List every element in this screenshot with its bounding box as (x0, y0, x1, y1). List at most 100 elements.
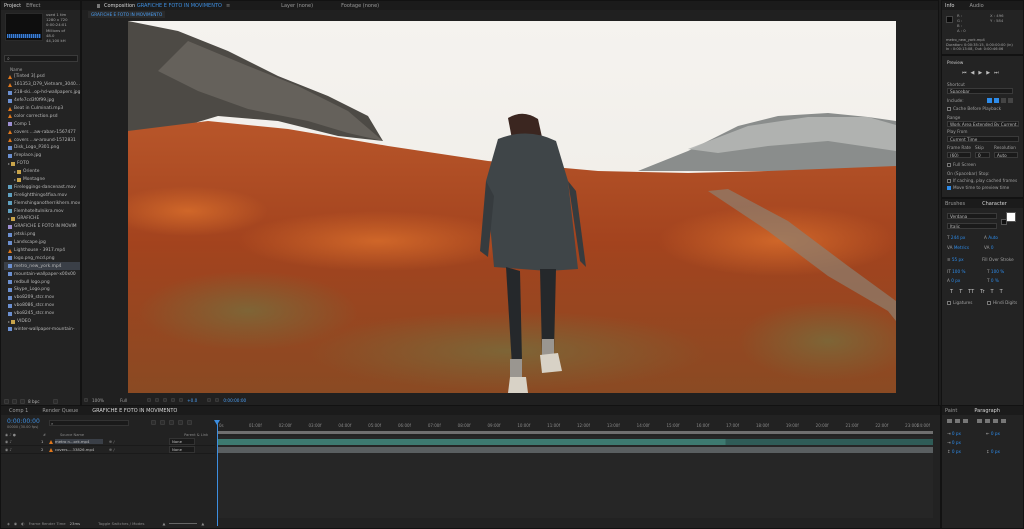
footer-icon-2[interactable]: ◉ (14, 521, 17, 526)
framerate-select[interactable]: (60) (947, 152, 971, 158)
region-icon[interactable] (147, 398, 152, 402)
font-size-field[interactable]: T 244 px (947, 235, 965, 240)
shy-layers-icon[interactable] (160, 420, 165, 425)
faux-bold-button[interactable]: T (950, 289, 953, 295)
zoom-slider[interactable] (169, 523, 198, 524)
layer-row[interactable]: ◉ ♪ 1 metro n...ork.mp4 ⊕ / None (1, 438, 215, 446)
project-item[interactable]: [Tinted 3].psd (4, 73, 80, 81)
move-time-checkbox[interactable] (947, 186, 951, 190)
tab-grafiche-timeline[interactable]: GRAFICHE E FOTO IN MOVIMENTO (92, 408, 177, 414)
justify-left-icon[interactable] (977, 419, 982, 423)
col-parent[interactable]: Parent & Link (184, 433, 208, 437)
tracking-field[interactable]: VA 0 (984, 245, 993, 250)
range-select[interactable]: Work Area Extended By Current... (947, 121, 1019, 127)
project-item[interactable]: vbo8086_stcr.mov (4, 302, 80, 310)
tab-effects[interactable]: Effect (26, 3, 40, 9)
visibility-icon[interactable]: ◉ ♪ (5, 439, 41, 444)
parent-select[interactable]: None (169, 438, 195, 445)
color-channel-icon[interactable] (179, 398, 184, 402)
align-left-icon[interactable] (947, 419, 952, 423)
col-number[interactable]: # (43, 433, 46, 437)
visibility-icon[interactable]: ◉ ♪ (5, 447, 41, 452)
project-item[interactable]: mountain-wallpaper-x00x00 (4, 270, 80, 278)
tab-composition[interactable]: Composition GRAFICHE E FOTO IN MOVIMENTO (104, 3, 222, 9)
ligatures-checkbox[interactable] (947, 301, 951, 305)
tab-info[interactable]: Info (945, 3, 954, 9)
project-item[interactable]: Lighthouse - 3917.mp4 (4, 247, 80, 255)
project-item[interactable]: Landscape.jpg (4, 239, 80, 247)
tab-project[interactable]: Project (4, 3, 21, 9)
tab-footage[interactable]: Footage (none) (341, 3, 379, 9)
project-item[interactable]: covers ...aw-raban-1567477 (4, 128, 80, 136)
baseline-field[interactable]: A 0 px (947, 278, 960, 283)
project-item[interactable]: redbull logo.png (4, 278, 80, 286)
layer-switches[interactable]: ⊕ / (109, 439, 169, 444)
column-name-header[interactable]: Name (10, 67, 22, 72)
justify-right-icon[interactable] (993, 419, 998, 423)
playhead[interactable] (217, 420, 218, 526)
project-item[interactable]: ▸ FOTO (4, 160, 80, 168)
layer-bar-1[interactable] (217, 439, 933, 445)
render-time-icon[interactable]: ◈ (7, 521, 10, 526)
playfrom-select[interactable]: Current Time (947, 136, 1019, 142)
project-search-input[interactable]: ⌕ (4, 55, 78, 62)
project-item[interactable]: 161353_D79_Vietnam_3040... (4, 81, 80, 89)
tsume-field[interactable]: T 0 % (987, 278, 999, 283)
tab-character[interactable]: Character (982, 201, 1007, 207)
project-item[interactable]: Comp 1 (4, 120, 80, 128)
project-item[interactable]: jetski.png (4, 231, 80, 239)
project-item[interactable]: Skype_Logo.png (4, 286, 80, 294)
stroke-width-field[interactable]: ≡ 55 px (947, 257, 964, 262)
cache-before-playback[interactable]: Cache Before Playback (947, 106, 1001, 111)
new-folder-icon[interactable] (12, 398, 17, 404)
space-before-field[interactable]: ↥ 0 px (947, 449, 961, 454)
project-item[interactable]: fireplace.jpg (4, 152, 80, 160)
project-item[interactable]: color correction.psd (4, 112, 80, 120)
fill-color-swatch[interactable] (1006, 212, 1016, 222)
all-caps-button[interactable]: TT (968, 289, 974, 295)
next-frame-icon[interactable]: ▶ (986, 70, 990, 76)
project-item[interactable]: ▸ GRAFICHE (4, 215, 80, 223)
project-item[interactable]: logo.png_mcd.png (4, 254, 80, 262)
project-item[interactable]: Firelightthings4fixa.mov (4, 191, 80, 199)
tab-paragraph[interactable]: Paragraph (974, 408, 1000, 414)
show-snapshot-icon[interactable] (215, 398, 220, 402)
current-time[interactable]: 0:00:00:00 (7, 418, 40, 425)
expand-arrow-icon[interactable]: ▸ (14, 169, 16, 174)
expand-arrow-icon[interactable]: ▸ (8, 216, 10, 221)
project-item[interactable]: winter-wallpaper-mountain- (4, 326, 80, 334)
resolution-select[interactable]: Full (120, 398, 127, 403)
audio-toggle-icon[interactable] (994, 98, 999, 103)
expand-arrow-icon[interactable]: ▸ (8, 161, 10, 166)
align-center-icon[interactable] (955, 419, 960, 423)
project-item[interactable]: GRAFICHE E FOTO IN MOVIM (4, 223, 80, 231)
faux-italic-button[interactable]: T (959, 289, 962, 295)
stroke-color-swatch[interactable] (1001, 219, 1007, 225)
project-item[interactable]: vbo8245_stcr.mov (4, 310, 80, 318)
cache-frames-option[interactable]: If caching, play cached frames (947, 178, 1017, 183)
project-item[interactable]: Flemshinganotherrikhern.mov (4, 199, 80, 207)
snapshot-icon[interactable] (207, 398, 212, 402)
draft-3d-icon[interactable] (151, 420, 156, 425)
project-item[interactable]: ▸ VIDEO (4, 318, 80, 326)
indent-right-field[interactable]: ⇤ 0 px (986, 431, 1000, 436)
zoom-out-icon[interactable]: ▲ (162, 521, 165, 526)
project-item[interactable]: 4efe7cd3f0f99.jpg (4, 97, 80, 105)
indent-left-field[interactable]: ⇥ 0 px (947, 431, 961, 436)
motion-blur-icon[interactable] (178, 420, 183, 425)
layer-bar-2[interactable] (217, 447, 933, 453)
layer-source-name[interactable]: covers-...33826.mp4 (55, 447, 103, 452)
shortcut-select[interactable]: Spacebar (947, 88, 1013, 94)
search-layers-input[interactable]: ⌕ (49, 420, 129, 426)
stroke-type-select[interactable]: Fill Over Stroke (982, 257, 1014, 262)
resolution-select[interactable]: Auto (994, 152, 1018, 158)
zoom-select[interactable]: 100% (92, 398, 104, 403)
font-family-select[interactable]: Verdana (947, 213, 997, 219)
grid-icon[interactable] (171, 398, 176, 402)
project-item[interactable]: Flemhoteltulnikra.mov (4, 207, 80, 215)
expand-arrow-icon[interactable]: ▸ (8, 319, 10, 324)
frame-blending-icon[interactable] (169, 420, 174, 425)
project-item[interactable]: ▸ Oriente (4, 168, 80, 176)
lock-icon[interactable] (97, 3, 100, 8)
mask-icon[interactable] (163, 398, 168, 402)
